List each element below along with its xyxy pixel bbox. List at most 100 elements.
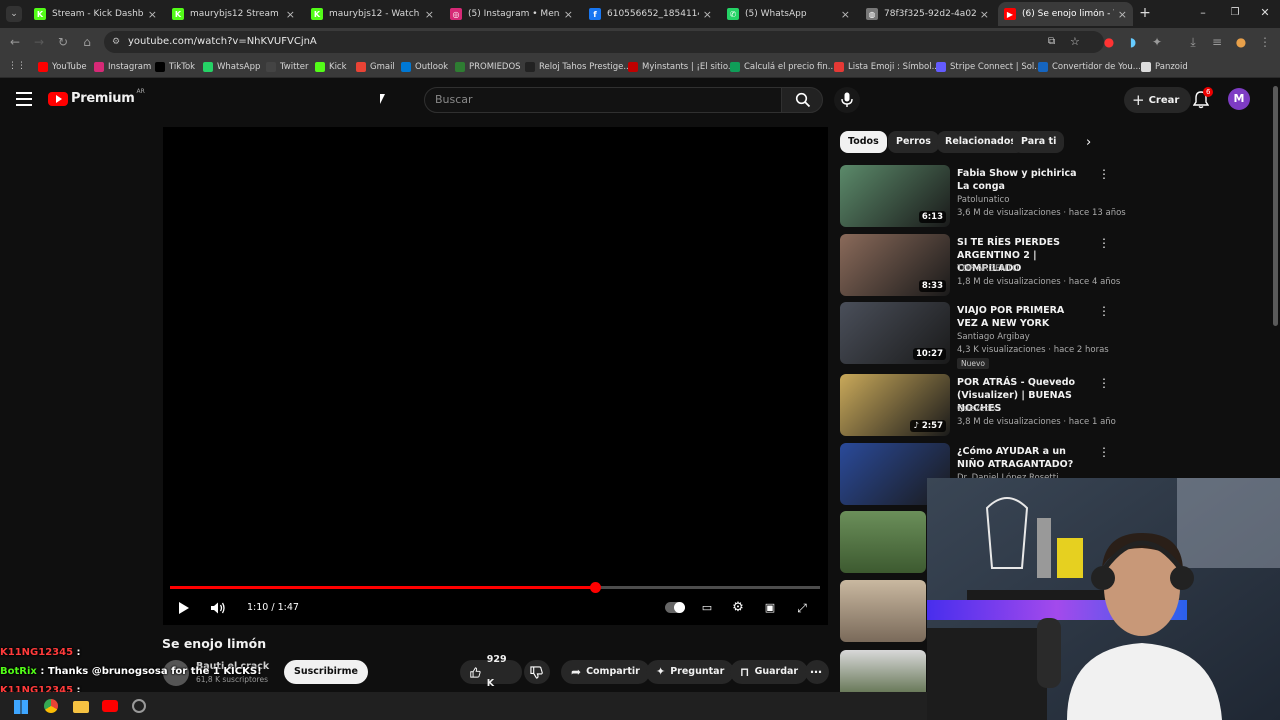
progress-bar[interactable] (170, 582, 820, 593)
video-player[interactable] (163, 127, 828, 625)
volume-button[interactable] (209, 599, 227, 617)
bookmark-item[interactable]: Lista Emoji : Símbol... (834, 60, 940, 74)
tab-close-icon[interactable]: × (703, 8, 712, 21)
extension-red-icon[interactable]: ● (1102, 35, 1116, 49)
video-options-icon[interactable]: ⋮ (1098, 167, 1110, 181)
fullscreen-icon[interactable]: ⤢ (793, 599, 811, 617)
recommended-video[interactable]: 8:33 SI TE RÍES PIERDES ARGENTINO 2 | COM… (840, 234, 1120, 298)
app-taskbar-icon[interactable] (132, 699, 146, 713)
browser-tab[interactable]: ▶ (6) Se enojo limón - YouT × (998, 2, 1133, 26)
extension-blue-icon[interactable]: ◗ (1126, 35, 1140, 49)
maximize-button[interactable]: ❐ (1228, 5, 1242, 21)
bookmark-item[interactable]: Stripe Connect | Sol... (936, 60, 1042, 74)
bookmark-item[interactable]: Twitter (266, 60, 309, 74)
page-scrollbar[interactable] (1270, 78, 1280, 478)
share-button[interactable]: ➦ Compartir (561, 660, 650, 684)
rec-thumb-extra-1[interactable] (840, 511, 926, 573)
browser-tab[interactable]: Kmaurybjs12 Stream - Wat × (166, 2, 301, 26)
video-thumbnail[interactable]: 8:33 (840, 234, 950, 296)
bookmark-item[interactable]: Calculá el precio fin... (730, 60, 836, 74)
save-button[interactable]: ⊓ Guardar (730, 660, 809, 684)
address-bar[interactable]: ⚙ youtube.com/watch?v=NhKVUFVCjnA ⧉ ☆ (104, 31, 1104, 53)
account-avatar[interactable]: M (1228, 88, 1250, 110)
recommended-video[interactable]: 10:27 VIAJO POR PRIMERA VEZ A NEW YORK San… (840, 302, 1110, 369)
search-input[interactable]: Buscar (424, 87, 782, 113)
minimize-button[interactable]: – (1196, 5, 1210, 21)
youtube-logo[interactable]: Premium AR (48, 88, 145, 106)
more-actions-button[interactable]: ⋯ (805, 660, 829, 684)
video-thumbnail[interactable]: 10:27 (840, 302, 950, 364)
browser-tab[interactable]: ◎ (5) Instagram • Mensajes × (444, 2, 579, 26)
reading-list-icon[interactable]: ≡ (1210, 35, 1224, 49)
close-window-button[interactable]: ✕ (1258, 5, 1272, 21)
recommended-video[interactable]: ♪ 2:57 POR ATRÁS - Quevedo (Visualizer) |… (840, 374, 1116, 438)
notifications-button[interactable]: 6 (1192, 87, 1214, 110)
create-button[interactable]: + Crear (1124, 87, 1192, 113)
video-thumbnail[interactable]: 6:13 (840, 165, 950, 227)
video-options-icon[interactable]: ⋮ (1098, 236, 1110, 250)
video-channel[interactable]: Patolunatico (957, 195, 1009, 205)
tab-close-icon[interactable]: × (425, 8, 434, 21)
bookmark-item[interactable]: Convertidor de You... (1038, 60, 1141, 74)
apps-grid-icon[interactable]: ⋮⋮ (8, 61, 26, 71)
tab-close-icon[interactable]: × (148, 8, 157, 21)
filter-chip[interactable]: Perros (888, 131, 939, 153)
subscribe-button[interactable]: Suscribirme (284, 660, 368, 684)
browser-tab[interactable]: ◍ 78f3f325-92d2-4a02-95f × (860, 2, 995, 26)
youtube-taskbar-icon[interactable] (102, 700, 118, 712)
video-options-icon[interactable]: ⋮ (1098, 376, 1110, 390)
forward-icon[interactable]: → (32, 35, 46, 49)
recommended-video[interactable]: 6:13 Fabia Show y pichirica La conga Patol… (840, 165, 1126, 229)
filter-chip[interactable]: Para ti (1013, 131, 1065, 153)
video-title[interactable]: Fabia Show y pichirica La conga (957, 167, 1087, 193)
bookmark-item[interactable]: WhatsApp (203, 60, 260, 74)
bookmark-item[interactable]: Reloj Tahos Prestige... (525, 60, 631, 74)
menu-hamburger-icon[interactable] (16, 92, 32, 106)
cast-icon[interactable]: ⧉ (1048, 31, 1055, 53)
browser-menu-icon[interactable]: ⋮ (1258, 35, 1272, 49)
video-title[interactable]: VIAJO POR PRIMERA VEZ A NEW YORK (957, 304, 1087, 330)
tab-search-icon[interactable]: ⌄ (6, 6, 22, 22)
play-button[interactable] (175, 599, 193, 617)
bookmark-item[interactable]: Outlook (401, 60, 448, 74)
video-options-icon[interactable]: ⋮ (1098, 304, 1110, 318)
ask-button[interactable]: ✦ Preguntar (646, 660, 735, 684)
miniplayer-icon[interactable]: ▣ (761, 599, 779, 617)
filter-chip[interactable]: Relacionados (937, 131, 1024, 153)
video-channel[interactable]: TOP ARGENTO (957, 264, 1019, 274)
site-info-icon[interactable]: ⚙ (112, 31, 120, 53)
bookmark-item[interactable]: TikTok (155, 60, 195, 74)
like-button[interactable]: 929 K (460, 654, 522, 689)
reload-icon[interactable]: ↻ (56, 35, 70, 49)
video-title[interactable]: ¿Cómo AYUDAR a un NIÑO ATRAGANTADO? (957, 445, 1087, 471)
windows-start-icon[interactable] (14, 700, 28, 714)
browser-tab[interactable]: Kmaurybjs12 - Watch the \ × (305, 2, 440, 26)
video-channel[interactable]: Santiago Argibay (957, 332, 1030, 342)
tab-close-icon[interactable]: × (841, 8, 850, 21)
browser-tab[interactable]: K Stream - Kick Dashboard × (28, 2, 163, 26)
rec-thumb-extra-3[interactable] (840, 650, 926, 692)
download-icon[interactable]: ⤓ (1186, 35, 1200, 49)
rec-thumb-extra-2[interactable] (840, 580, 926, 642)
bookmark-item[interactable]: Gmail (356, 60, 395, 74)
video-thumbnail[interactable]: ♪ 2:57 (840, 374, 950, 436)
chips-next-icon[interactable]: › (1086, 135, 1091, 150)
settings-gear-icon[interactable]: ⚙ (729, 599, 747, 617)
tab-close-icon[interactable]: × (286, 8, 295, 21)
folder-taskbar-icon[interactable] (73, 701, 89, 713)
voice-search-button[interactable] (834, 87, 860, 113)
bookmark-item[interactable]: Kick (315, 60, 347, 74)
home-icon[interactable]: ⌂ (80, 35, 94, 49)
extensions-puzzle-icon[interactable]: ✦ (1150, 35, 1164, 49)
bookmark-item[interactable]: Panzoid (1141, 60, 1188, 74)
browser-tab[interactable]: ✆ (5) WhatsApp × (721, 2, 856, 26)
chrome-taskbar-icon[interactable] (44, 699, 58, 713)
search-button[interactable] (781, 87, 823, 113)
bookmark-item[interactable]: YouTube (38, 60, 87, 74)
dislike-button[interactable] (524, 660, 550, 684)
video-channel[interactable]: Quevedo (957, 404, 995, 414)
profile-avatar-icon[interactable]: ● (1234, 35, 1248, 49)
bookmark-item[interactable]: Myinstants | ¡El sitio... (628, 60, 736, 74)
tab-close-icon[interactable]: × (564, 8, 573, 21)
subtitles-icon[interactable]: ▭ (698, 599, 716, 617)
